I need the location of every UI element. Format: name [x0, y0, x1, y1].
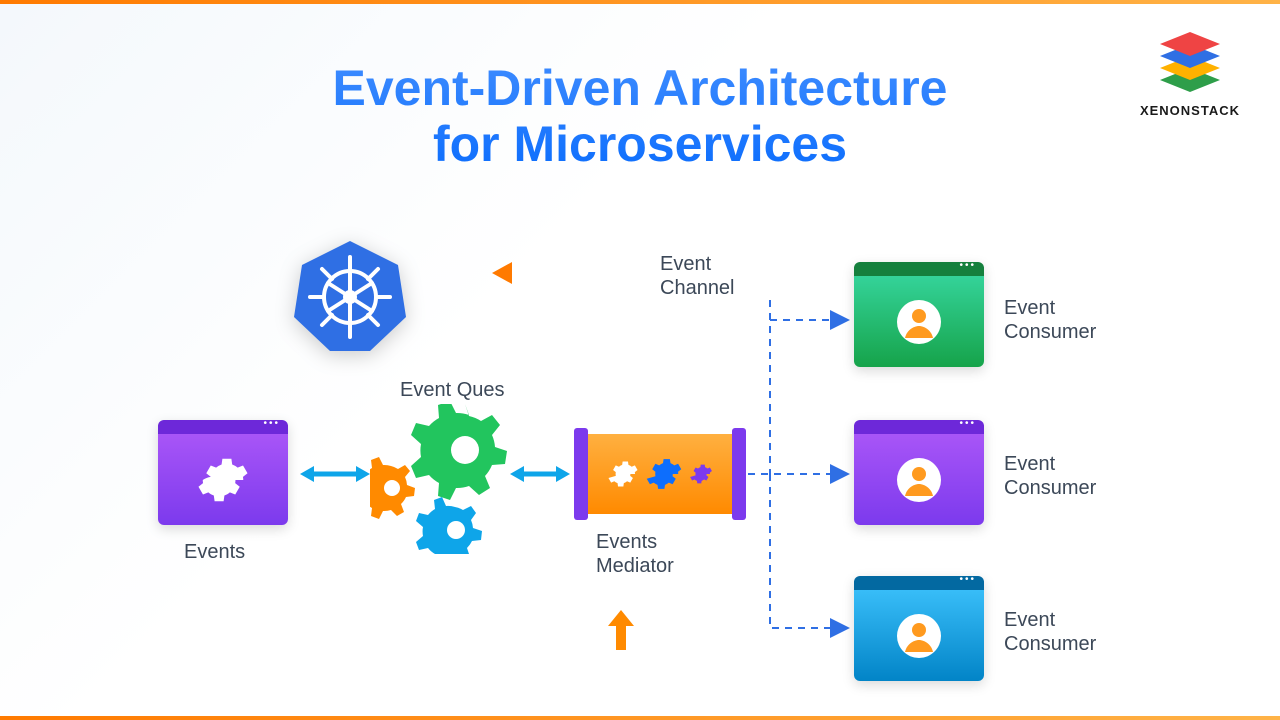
event-consumer-label: Event Consumer: [1004, 296, 1096, 344]
event-consumer-label: Event Consumer: [1004, 608, 1096, 656]
user-icon: [895, 456, 943, 504]
event-consumer-label: Event Consumer: [1004, 452, 1096, 500]
user-icon: [895, 612, 943, 660]
event-consumer-card: [854, 576, 984, 681]
event-consumer-card: [854, 420, 984, 525]
user-icon: [895, 298, 943, 346]
event-consumer-card: [854, 262, 984, 367]
